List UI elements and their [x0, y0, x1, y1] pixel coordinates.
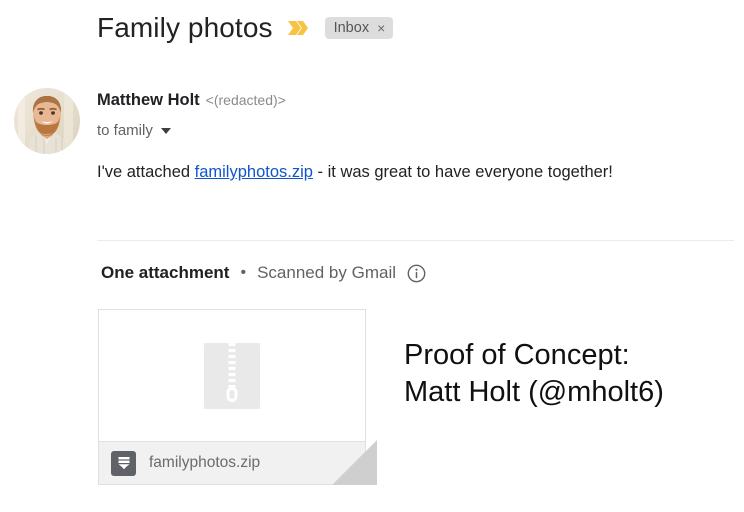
close-icon[interactable]: × — [377, 21, 385, 35]
body-text-before: I've attached — [97, 163, 195, 181]
body-text-after: - it was great to have everyone together… — [312, 163, 613, 181]
sender-name[interactable]: Matthew Holt — [97, 91, 200, 110]
caption-line-1: Proof of Concept: — [404, 339, 630, 371]
separator-dot: • — [240, 264, 247, 281]
attachment-link[interactable]: familyphotos.zip — [195, 163, 313, 181]
zip-archive-icon — [111, 450, 136, 476]
section-divider — [97, 240, 734, 241]
zipper-track — [228, 343, 236, 391]
attachment-count-label: One attachment — [101, 263, 230, 282]
sender-line: Matthew Holt <(redacted)> — [97, 91, 286, 110]
proof-of-concept-caption: Proof of Concept: Matt Holt (@mholt6) — [404, 337, 664, 411]
scan-status-label: Scanned by Gmail — [257, 263, 396, 282]
attachment-footer[interactable]: familyphotos.zip — [99, 440, 377, 485]
label-chip-inbox[interactable]: Inbox × — [324, 17, 394, 39]
caption-line-2: Matt Holt (@mholt6) — [404, 376, 664, 409]
zip-file-thumbnail-icon — [204, 343, 260, 409]
label-chip-text: Inbox — [333, 19, 370, 36]
attachments-header: One attachment • Scanned by Gmail — [101, 263, 426, 283]
page-title: Family photos — [97, 12, 273, 43]
attachment-card[interactable]: familyphotos.zip — [98, 309, 377, 485]
recipient-label: to family — [97, 122, 153, 139]
subject-row: Family photos Inbox × — [97, 8, 394, 48]
recipient-line[interactable]: to family — [97, 122, 171, 139]
attachment-file-name: familyphotos.zip — [149, 454, 261, 471]
attachment-thumbnail[interactable] — [99, 310, 365, 442]
info-circle-icon[interactable] — [407, 264, 426, 283]
double-chevron-important-icon[interactable] — [287, 19, 309, 37]
zipper-pull — [226, 387, 238, 402]
caret-down-icon[interactable] — [160, 127, 171, 134]
sender-email: <(redacted)> — [205, 92, 286, 108]
avatar[interactable] — [14, 88, 80, 154]
message-body: I've attached familyphotos.zip - it was … — [97, 163, 613, 182]
corner-fold-decoration — [332, 440, 377, 485]
